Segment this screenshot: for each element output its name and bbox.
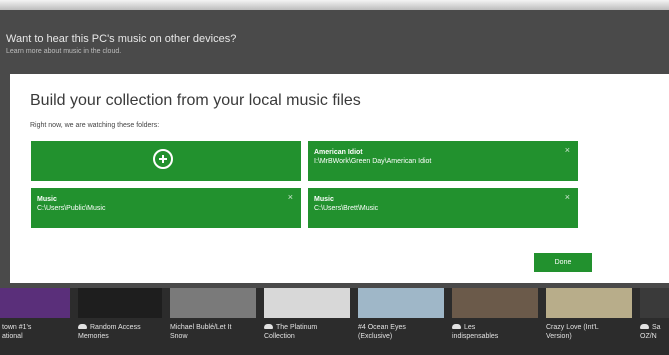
album-title-cont: OZ/N <box>640 333 657 340</box>
folder-tile[interactable]: Music C:\Users\Brett\Music × <box>308 188 578 228</box>
cloud-icon <box>640 324 649 329</box>
album-title: Sa <box>652 324 661 331</box>
remove-folder-close-icon[interactable]: × <box>565 146 570 155</box>
folder-path: I:\MrBWork\Green Day\American Idiot <box>314 158 432 165</box>
album-title-cont: Collection <box>264 333 295 340</box>
album-art[interactable] <box>640 288 669 318</box>
folder-path: C:\Users\Public\Music <box>37 205 106 212</box>
album-caption[interactable]: Michael Bublé/Let It Snow <box>170 323 250 341</box>
album-caption[interactable]: town #1's ational <box>2 323 82 341</box>
plus-circle-icon <box>153 149 173 169</box>
album-title: town #1's <box>2 324 32 331</box>
album-caption[interactable]: #4 Ocean Eyes (Exclusive) <box>358 323 438 341</box>
cloud-music-banner[interactable]: Want to hear this PC's music on other de… <box>6 32 236 58</box>
folder-name: Music <box>314 196 334 203</box>
album-title-cont: Memories <box>78 333 109 340</box>
album-title-cont: Snow <box>170 333 188 340</box>
album-art[interactable] <box>264 288 350 318</box>
album-title: #4 Ocean Eyes <box>358 324 406 331</box>
album-art[interactable] <box>78 288 162 318</box>
album-caption[interactable]: Random Access Memories <box>78 323 158 341</box>
album-title: Crazy Love (Int'L <box>546 324 599 331</box>
album-title-cont: Version) <box>546 333 572 340</box>
album-title: Random Access <box>90 324 141 331</box>
window-top-edge <box>0 0 669 10</box>
album-title-cont: ational <box>2 333 23 340</box>
album-art[interactable] <box>0 288 70 318</box>
folder-name: American Idiot <box>314 149 363 156</box>
album-title: The Platinum <box>276 324 318 331</box>
album-title: Les <box>464 324 476 331</box>
banner-learn-more-link[interactable]: Learn more about music in the cloud. <box>6 46 236 58</box>
album-caption[interactable]: Les indispensables <box>452 323 532 341</box>
album-art[interactable] <box>452 288 538 318</box>
dialog-title: Build your collection from your local mu… <box>30 92 361 109</box>
add-folder-tile[interactable] <box>31 141 301 181</box>
album-strip: town #1's ational Random Access Memories… <box>0 288 669 355</box>
album-art[interactable] <box>170 288 256 318</box>
remove-folder-close-icon[interactable]: × <box>565 193 570 202</box>
remove-folder-close-icon[interactable]: × <box>288 193 293 202</box>
folder-tile[interactable]: Music C:\Users\Public\Music × <box>31 188 301 228</box>
cloud-icon <box>78 324 87 329</box>
folder-tile[interactable]: American Idiot I:\MrBWork\Green Day\Amer… <box>308 141 578 181</box>
folder-path: C:\Users\Brett\Music <box>314 205 379 212</box>
music-folders-dialog: Build your collection from your local mu… <box>10 74 669 283</box>
album-title-cont: indispensables <box>452 333 499 340</box>
done-button[interactable]: Done <box>534 253 592 272</box>
folder-name: Music <box>37 196 57 203</box>
cloud-icon <box>264 324 273 329</box>
album-title: Michael Bublé/Let It <box>170 324 232 331</box>
album-caption[interactable]: The Platinum Collection <box>264 323 344 341</box>
cloud-icon <box>452 324 461 329</box>
album-art[interactable] <box>358 288 444 318</box>
album-title-cont: (Exclusive) <box>358 333 393 340</box>
banner-title: Want to hear this PC's music on other de… <box>6 33 237 45</box>
album-caption[interactable]: Sa OZ/N <box>640 323 669 341</box>
album-art[interactable] <box>546 288 632 318</box>
dialog-subtitle: Right now, we are watching these folders… <box>30 122 160 129</box>
album-caption[interactable]: Crazy Love (Int'L Version) <box>546 323 626 341</box>
